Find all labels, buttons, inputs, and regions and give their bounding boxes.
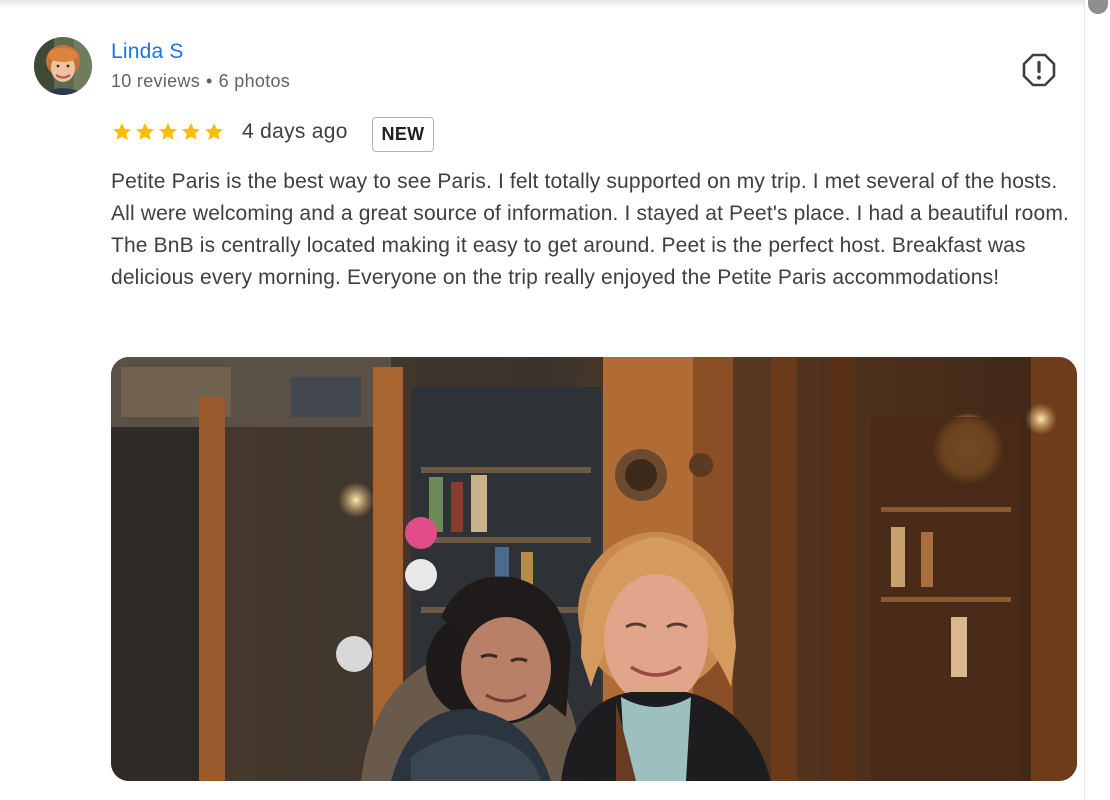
star-icon (182, 123, 200, 140)
reviewer-avatar[interactable] (34, 37, 92, 95)
star-icon (205, 123, 223, 140)
review-text: Petite Paris is the best way to see Pari… (111, 170, 1069, 289)
reviewer-name-link[interactable]: Linda S (111, 40, 184, 64)
meta-separator: • (206, 71, 213, 91)
star-rating (111, 121, 225, 143)
star-icon (159, 123, 177, 140)
reviewer-meta: 10 reviews • 6 photos (111, 71, 290, 92)
new-badge: NEW (372, 117, 434, 152)
review-photo[interactable] (111, 357, 1077, 781)
scrollbar-thumb[interactable] (1088, 0, 1108, 14)
review-date: 4 days ago (242, 120, 348, 143)
photos-count: 6 photos (218, 71, 291, 91)
review-photo-image (111, 357, 1077, 781)
report-icon (1022, 53, 1056, 87)
star-icon (113, 123, 131, 140)
star-icon (136, 123, 154, 140)
report-button[interactable] (1021, 52, 1057, 88)
review-card: Linda S 10 reviews • 6 photos 4 days ago N… (0, 0, 1110, 800)
top-shadow (0, 0, 1085, 8)
reviews-count: 10 reviews (111, 71, 201, 91)
scrollbar[interactable] (1084, 0, 1110, 800)
